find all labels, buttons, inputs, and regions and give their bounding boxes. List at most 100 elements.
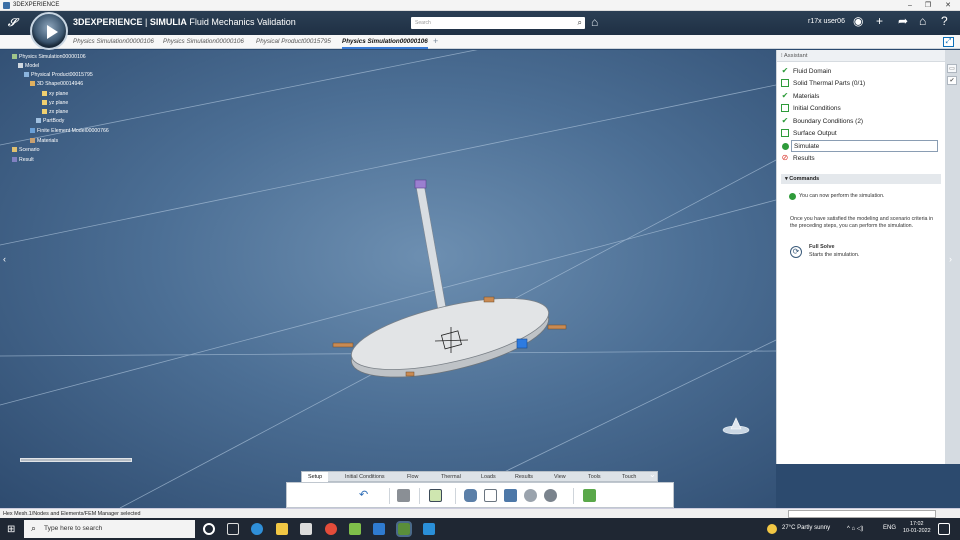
toolbar-divider xyxy=(455,488,456,504)
tab-tools[interactable]: Tools xyxy=(588,474,601,480)
3dexperience-launcher-icon[interactable] xyxy=(423,523,435,535)
tree-3d-shape[interactable]: 3D Shape00014946 xyxy=(30,81,83,87)
chevron-right-icon[interactable]: › xyxy=(949,254,952,264)
tab-physics-simulation-1[interactable]: Physics Simulation00000106 xyxy=(73,38,158,45)
tab-initial-conditions[interactable]: Initial Conditions xyxy=(345,474,385,480)
app-icon xyxy=(3,1,10,9)
step-initial-conditions-label: Initial Conditions xyxy=(793,104,841,112)
tab-physics-simulation-2[interactable]: Physics Simulation00000106 xyxy=(163,38,250,45)
shield-icon[interactable] xyxy=(464,489,477,502)
step-boundary-conditions-label: Boundary Conditions (2) xyxy=(793,117,864,125)
system-tray-icons[interactable]: ^ ⌂ ◁) xyxy=(847,525,863,532)
tree-scrollbar[interactable] xyxy=(20,458,132,462)
search-icon: ⌕ xyxy=(31,523,37,533)
tree-partbody[interactable]: PartBody xyxy=(36,118,64,124)
tree-xy-plane[interactable]: xy plane xyxy=(42,91,68,97)
taskbar-search[interactable]: ⌕ Type here to search xyxy=(24,520,195,538)
panel-toggle-icon[interactable]: ▭ xyxy=(947,64,957,73)
chrome-icon[interactable] xyxy=(325,523,337,535)
app-icon[interactable] xyxy=(349,523,361,535)
task-view-icon[interactable] xyxy=(227,523,239,535)
tab-setup[interactable]: Setup xyxy=(302,472,329,482)
tab-view[interactable]: View xyxy=(554,474,566,480)
mail-icon[interactable] xyxy=(373,523,385,535)
minimize-button[interactable]: – xyxy=(900,0,920,11)
step-results[interactable]: ⊘ Results xyxy=(781,152,939,164)
store-icon[interactable] xyxy=(300,523,312,535)
maximize-button[interactable]: ❐ xyxy=(918,0,938,11)
plus-icon[interactable]: + xyxy=(876,14,883,28)
weather-text[interactable]: 27°C Partly sunny xyxy=(782,525,830,531)
compass-icon[interactable] xyxy=(30,12,68,50)
command-input[interactable] xyxy=(788,510,936,518)
chevron-down-icon[interactable]: ⌄ xyxy=(649,470,656,479)
search-input[interactable]: Search ⌕ xyxy=(411,17,585,29)
undo-icon[interactable]: ↶ xyxy=(359,489,372,502)
weather-icon[interactable] xyxy=(767,524,777,534)
tree-view-icon[interactable] xyxy=(484,489,497,502)
table-icon[interactable] xyxy=(504,489,517,502)
tab-touch[interactable]: Touch xyxy=(622,474,636,480)
clock[interactable]: 17:02 10-01-2022 xyxy=(903,521,931,535)
robot-compass-icon[interactable] xyxy=(721,414,751,436)
step-results-label: Results xyxy=(793,154,815,162)
cortana-icon[interactable] xyxy=(203,523,215,535)
tree-physical-product[interactable]: Physical Product00015795 xyxy=(24,72,93,78)
tab-loads[interactable]: Loads xyxy=(481,474,496,480)
cube-icon[interactable] xyxy=(397,489,410,502)
user-name[interactable]: r17x user06 xyxy=(808,18,845,25)
current-step-dot-icon xyxy=(782,143,789,150)
gear-icon[interactable] xyxy=(524,489,537,502)
close-window-button[interactable]: ✕ xyxy=(938,0,958,11)
help-icon[interactable]: ? xyxy=(941,14,948,28)
tab-results[interactable]: Results xyxy=(515,474,533,480)
step-solid-thermal-parts[interactable]: Solid Thermal Parts (0/1) xyxy=(781,77,939,89)
language-indicator[interactable]: ENG xyxy=(883,525,896,531)
file-explorer-icon[interactable] xyxy=(276,523,288,535)
step-simulate[interactable]: Simulate xyxy=(791,140,938,152)
search-icon[interactable]: ⌕ xyxy=(578,18,582,28)
tab-physical-product[interactable]: Physical Product00015795 xyxy=(256,38,338,45)
step-boundary-conditions[interactable]: ✔ Boundary Conditions (2) xyxy=(781,115,939,127)
check-panel-icon[interactable]: ✔ xyxy=(947,76,957,85)
simulation-model[interactable] xyxy=(0,50,776,508)
tag-icon[interactable]: ⌂ xyxy=(591,15,598,29)
step-materials[interactable]: ✔ Materials xyxy=(781,90,939,102)
home-icon[interactable]: ⌂ xyxy=(919,14,926,28)
windows-start-icon[interactable]: ⊞ xyxy=(7,524,15,535)
tree-zx-plane[interactable]: zx plane xyxy=(42,109,68,115)
tree-result[interactable]: Result xyxy=(12,157,34,163)
step-initial-conditions[interactable]: Initial Conditions xyxy=(781,102,939,114)
tree-fem[interactable]: Finite Element Model00000766 xyxy=(30,128,109,134)
tree-zx-plane-label: zx plane xyxy=(49,109,69,115)
render-icon[interactable] xyxy=(544,489,557,502)
notification-icon[interactable] xyxy=(938,523,950,535)
tree-yz-plane[interactable]: yz plane xyxy=(42,100,68,106)
tree-model[interactable]: Model xyxy=(18,63,39,69)
tab-thermal[interactable]: Thermal xyxy=(441,474,461,480)
search-placeholder: Search xyxy=(415,20,431,26)
display-icon[interactable] xyxy=(429,489,442,502)
ready-message: You can now perform the simulation. xyxy=(799,193,885,199)
status-text: Hex Mesh.1/Nodes and Elements/FEM Manage… xyxy=(3,511,141,517)
tab-flow[interactable]: Flow xyxy=(407,474,418,480)
commands-header[interactable]: ▾ Commands xyxy=(781,174,941,184)
step-fluid-domain[interactable]: ✔ Fluid Domain xyxy=(781,65,939,77)
tree-scenario[interactable]: Scenario xyxy=(12,147,39,153)
step-surface-output[interactable]: Surface Output xyxy=(781,127,939,139)
add-tab-button[interactable]: + xyxy=(433,36,438,46)
chevron-left-icon[interactable]: ‹ xyxy=(3,254,6,264)
edge-icon[interactable] xyxy=(251,523,263,535)
tree-model-label: Model xyxy=(25,63,40,69)
step-solid-thermal-parts-label: Solid Thermal Parts (0/1) xyxy=(793,79,866,87)
expand-icon[interactable]: ⤢ xyxy=(943,37,954,47)
tab-physics-simulation-active[interactable]: Physics Simulation00000106 xyxy=(342,38,428,49)
plugin-icon[interactable] xyxy=(583,489,596,502)
3d-viewport[interactable]: Physics Simulation00000106 Model Physica… xyxy=(0,50,776,508)
tree-root[interactable]: Physics Simulation00000106 xyxy=(12,54,86,60)
tree-materials[interactable]: Materials xyxy=(30,138,58,144)
3dexperience-taskbar-icon[interactable] xyxy=(396,521,412,537)
full-solve-icon: ⟳ xyxy=(790,246,802,258)
share-icon[interactable]: ➦ xyxy=(898,14,908,28)
user-avatar-icon[interactable]: ◉ xyxy=(853,14,863,28)
